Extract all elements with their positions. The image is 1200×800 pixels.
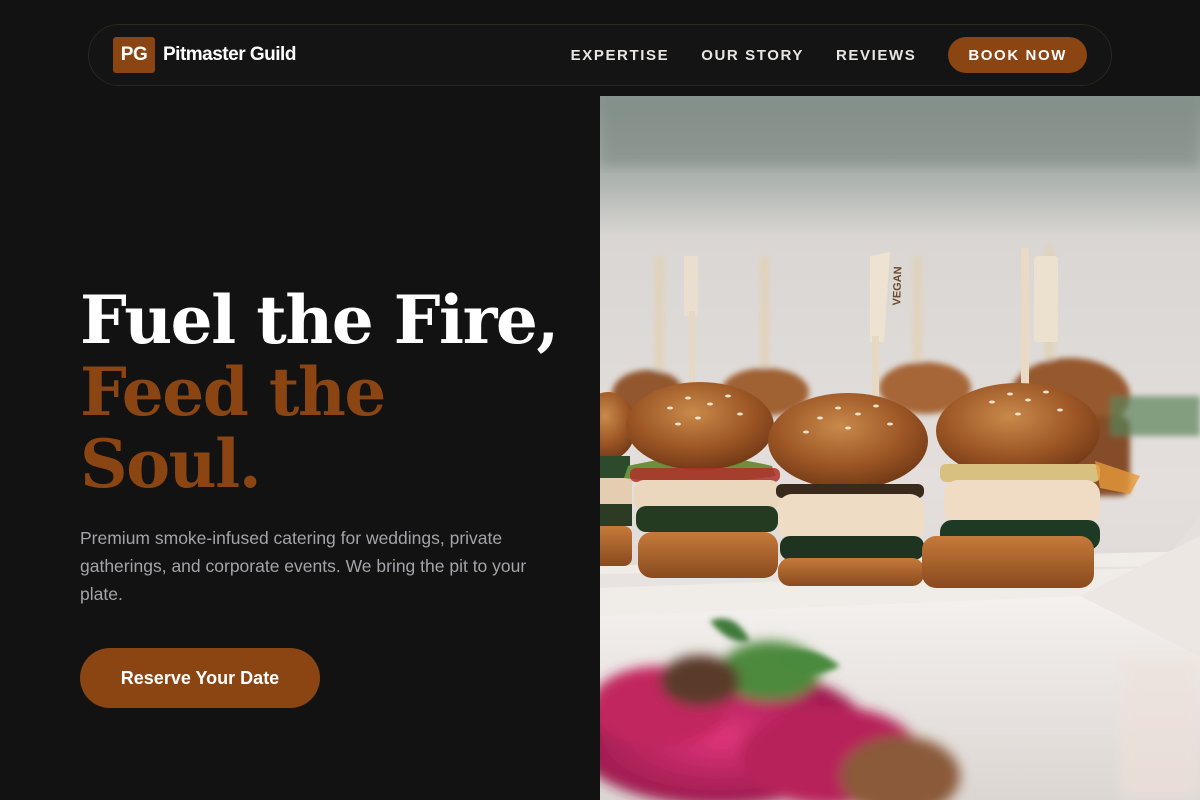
brand-logo: PG	[113, 37, 155, 73]
hero-title-accent-line: Soul.	[80, 425, 262, 503]
hero-title-accent-line: Feed the	[80, 353, 386, 431]
hero-title: Fuel the Fire, Feed the Soul.	[80, 281, 559, 503]
navbar: PG Pitmaster Guild EXPERTISE OUR STORY R…	[88, 24, 1112, 86]
nav-link-reviews[interactable]: REVIEWS	[836, 47, 916, 64]
hero-food-image: VEGAN	[600, 96, 1200, 800]
hero-title-line: Fuel the Fire,	[80, 281, 559, 359]
nav-link-expertise[interactable]: EXPERTISE	[571, 47, 670, 64]
hero-subtitle: Premium smoke-infused catering for weddi…	[80, 528, 527, 604]
brand[interactable]: PG Pitmaster Guild	[113, 37, 296, 73]
vegan-pick-label: VEGAN	[891, 266, 904, 306]
reserve-date-button[interactable]: Reserve Your Date	[80, 648, 320, 708]
nav-link-our-story[interactable]: OUR STORY	[701, 47, 804, 64]
book-now-button[interactable]: BOOK NOW	[948, 37, 1087, 73]
brand-name: Pitmaster Guild	[163, 44, 296, 65]
nav-links: EXPERTISE OUR STORY REVIEWS BOOK NOW	[571, 37, 1087, 73]
